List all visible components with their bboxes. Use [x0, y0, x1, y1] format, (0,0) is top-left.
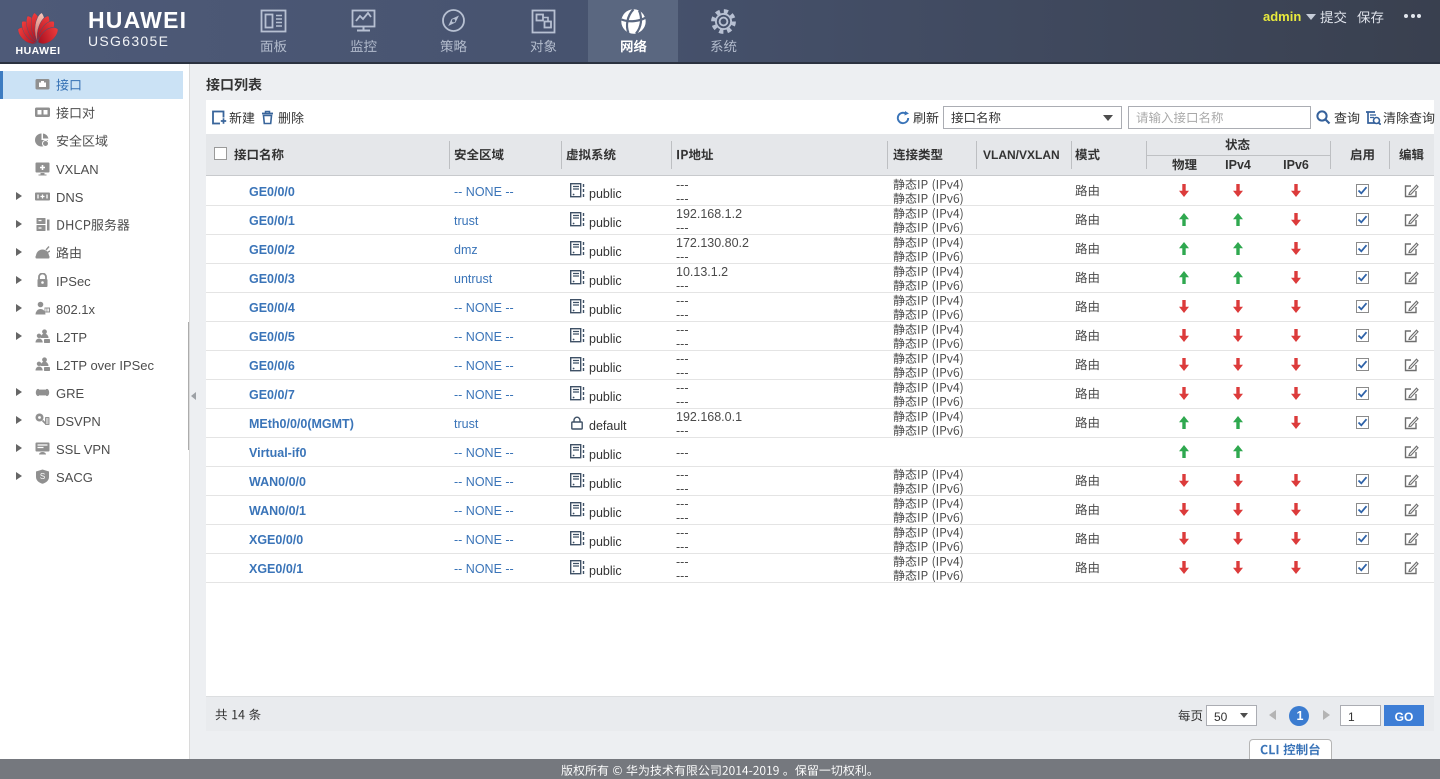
svg-text:S: S [40, 472, 45, 481]
